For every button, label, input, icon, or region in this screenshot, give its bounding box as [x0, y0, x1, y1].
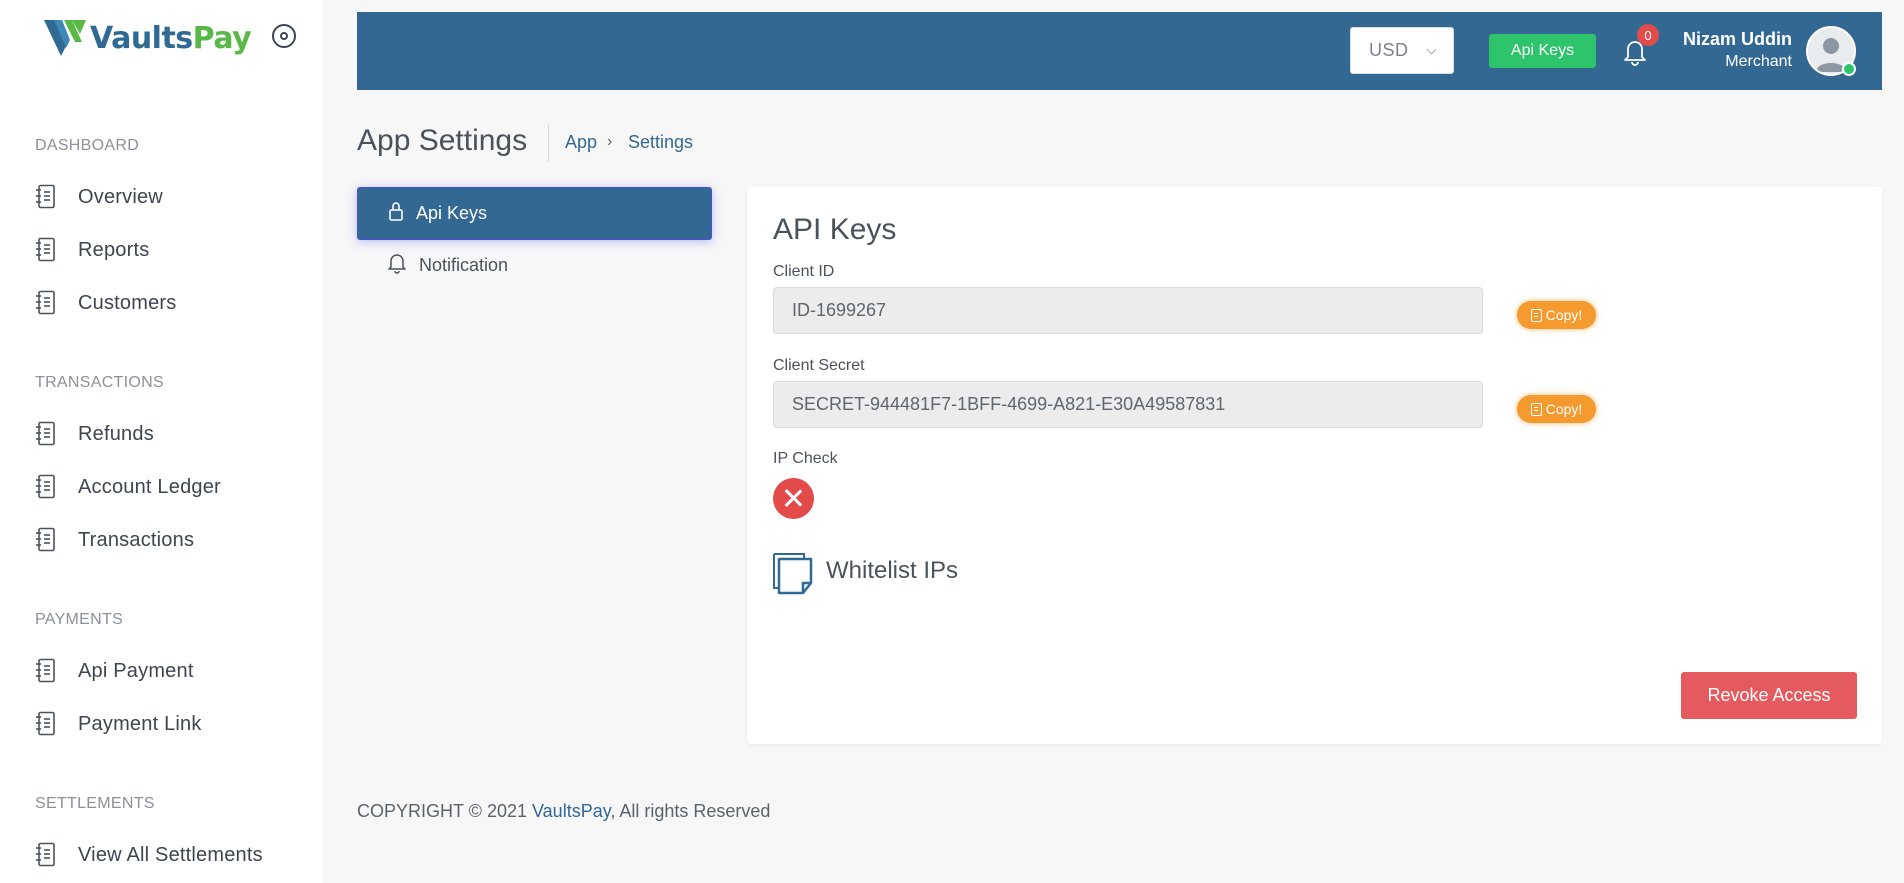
brand-logo[interactable]: VaultsPay [42, 16, 252, 60]
sidebar-item-label: Payment Link [78, 712, 202, 735]
bell-icon [387, 252, 407, 279]
settings-tab-notification[interactable]: Notification [357, 250, 712, 280]
sidebar-item-label: Customers [78, 291, 177, 314]
client-id-field[interactable]: ID-1699267 [773, 287, 1483, 334]
footer-copyright: COPYRIGHT © 2021 VaultsPay, All rights R… [357, 801, 770, 822]
sidebar-item-label: Transactions [78, 528, 195, 551]
document-list-icon [35, 842, 57, 868]
sidebar-item-payment-link[interactable]: Payment Link [35, 709, 202, 739]
vaultspay-logo-icon [44, 20, 86, 56]
breadcrumb-app-link[interactable]: App [565, 132, 597, 153]
top-header-bar [357, 12, 1882, 90]
document-list-icon [35, 658, 57, 684]
clipboard-icon [1530, 308, 1542, 322]
sidebar-item-account-ledger[interactable]: Account Ledger [35, 472, 221, 502]
sidebar-item-label: Overview [78, 185, 163, 208]
sidebar-collapse-toggle-icon[interactable] [272, 24, 296, 48]
user-role: Merchant [1725, 53, 1792, 70]
sidebar-item-transactions[interactable]: Transactions [35, 525, 194, 555]
nav-section-settlements: SETTLEMENTS [35, 795, 155, 812]
document-list-icon [35, 237, 57, 263]
copy-label: Copy! [1545, 307, 1583, 323]
document-list-icon [35, 421, 57, 447]
document-list-icon [35, 290, 57, 316]
sidebar-item-label: Refunds [78, 422, 154, 445]
api-keys-button[interactable]: Api Keys [1489, 34, 1596, 68]
document-list-icon [35, 527, 57, 553]
ip-check-label: IP Check [773, 450, 838, 467]
clipboard-icon [1530, 402, 1542, 416]
sidebar-item-reports[interactable]: Reports [35, 235, 149, 265]
footer-prefix: COPYRIGHT © 2021 [357, 801, 532, 821]
footer-brand-link[interactable]: VaultsPay [532, 801, 610, 821]
nav-section-transactions: TRANSACTIONS [35, 374, 164, 391]
api-keys-card: API Keys Client ID ID-1699267 Copy! Clie… [747, 187, 1882, 744]
sidebar: VaultsPay DASHBOARD Overview Reports Cus… [0, 0, 322, 883]
online-status-indicator [1842, 62, 1856, 76]
sidebar-item-view-all-settlements[interactable]: View All Settlements [35, 840, 263, 870]
nav-section-payments: PAYMENTS [35, 611, 124, 628]
sidebar-item-label: Account Ledger [78, 475, 221, 498]
client-secret-label: Client Secret [773, 357, 865, 374]
title-divider [548, 124, 549, 162]
sidebar-item-refunds[interactable]: Refunds [35, 419, 154, 449]
sidebar-item-overview[interactable]: Overview [35, 182, 163, 212]
card-title: API Keys [773, 213, 897, 246]
sidebar-item-customers[interactable]: Customers [35, 288, 177, 318]
revoke-access-button[interactable]: Revoke Access [1681, 672, 1857, 719]
settings-tab-label: Notification [419, 254, 509, 275]
ip-check-toggle-close-icon[interactable] [773, 478, 814, 519]
chevron-down-icon [1426, 44, 1437, 55]
copy-client-id-button[interactable]: Copy! [1517, 301, 1596, 329]
copy-label: Copy! [1545, 401, 1583, 417]
document-list-icon [35, 184, 57, 210]
nav-section-dashboard: DASHBOARD [35, 137, 140, 154]
document-list-icon [35, 711, 57, 737]
sidebar-item-label: Api Payment [78, 659, 194, 682]
currency-value: USD [1369, 40, 1409, 60]
footer-suffix: , All rights Reserved [610, 801, 771, 821]
page-title: App Settings [357, 124, 528, 157]
settings-tab-api-keys[interactable]: Api Keys [357, 187, 712, 240]
settings-tab-label: Api Keys [416, 203, 488, 223]
notification-count-badge: 0 [1637, 24, 1659, 46]
lock-icon [388, 200, 404, 227]
copy-client-secret-button[interactable]: Copy! [1517, 395, 1596, 423]
client-secret-field[interactable]: SECRET-944481F7-1BFF-4699-A821-E30A49587… [773, 381, 1483, 428]
brand-name: VaultsPay [90, 20, 252, 56]
currency-select[interactable]: USD [1350, 27, 1454, 74]
breadcrumb-current: Settings [628, 132, 694, 152]
sidebar-item-api-payment[interactable]: Api Payment [35, 656, 194, 686]
user-name: Nizam Uddin [1682, 29, 1792, 49]
whitelist-ips-link[interactable]: Whitelist IPs [826, 557, 958, 585]
sidebar-item-label: Reports [78, 238, 150, 261]
sidebar-item-label: View All Settlements [78, 843, 263, 866]
whitelist-copy-icon[interactable] [773, 553, 813, 595]
document-list-icon [35, 474, 57, 500]
client-id-label: Client ID [773, 263, 835, 280]
breadcrumb-separator: › [607, 133, 613, 150]
